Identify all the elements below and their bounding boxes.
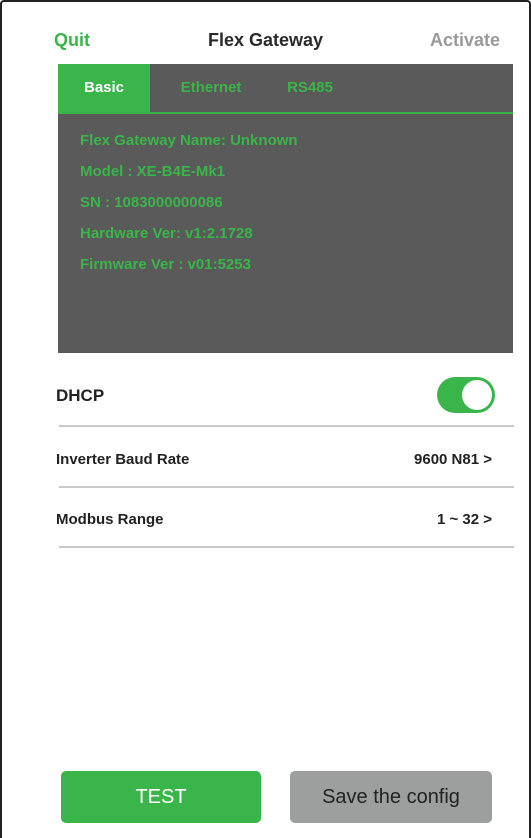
dhcp-toggle[interactable]	[437, 377, 495, 413]
activate-button[interactable]: Activate	[430, 30, 500, 51]
save-config-button[interactable]: Save the config	[290, 771, 492, 823]
toggle-knob	[462, 380, 492, 410]
divider	[59, 425, 514, 427]
dhcp-label: DHCP	[56, 386, 105, 405]
serial-number-text: SN : 1083000000086	[80, 194, 223, 211]
modbus-range-value: 1 ~ 32 >	[436, 511, 492, 528]
tab-rs485[interactable]: RS485	[274, 64, 346, 112]
modbus-range-label: Modbus Range	[56, 511, 164, 528]
baud-rate-row[interactable]: Inverter Baud Rate 9600 N81 >	[56, 451, 514, 473]
firmware-version-text: Firmware Ver : v01:5253	[80, 256, 251, 273]
device-info-list: Flex Gateway Name: Unknown Model : XE-B4…	[80, 131, 298, 286]
test-button[interactable]: TEST	[61, 771, 261, 823]
tab-basic[interactable]: Basic	[58, 64, 150, 112]
tab-underline	[58, 112, 513, 114]
tab-ethernet[interactable]: Ethernet	[160, 64, 262, 112]
hardware-version-text: Hardware Ver: v1:2.1728	[80, 225, 253, 242]
baud-rate-value: 9600 N81 >	[414, 451, 492, 468]
model-text: Model : XE-B4E-Mk1	[80, 163, 226, 180]
tab-bar: Basic Ethernet RS485	[58, 64, 513, 112]
device-info-panel: Basic Ethernet RS485 Flex Gateway Name: …	[58, 64, 513, 353]
divider	[59, 486, 514, 488]
modbus-range-row[interactable]: Modbus Range 1 ~ 32 >	[56, 511, 514, 533]
baud-rate-label: Inverter Baud Rate	[56, 451, 190, 468]
divider	[59, 546, 514, 548]
gateway-name-text: Flex Gateway Name: Unknown	[80, 132, 298, 149]
